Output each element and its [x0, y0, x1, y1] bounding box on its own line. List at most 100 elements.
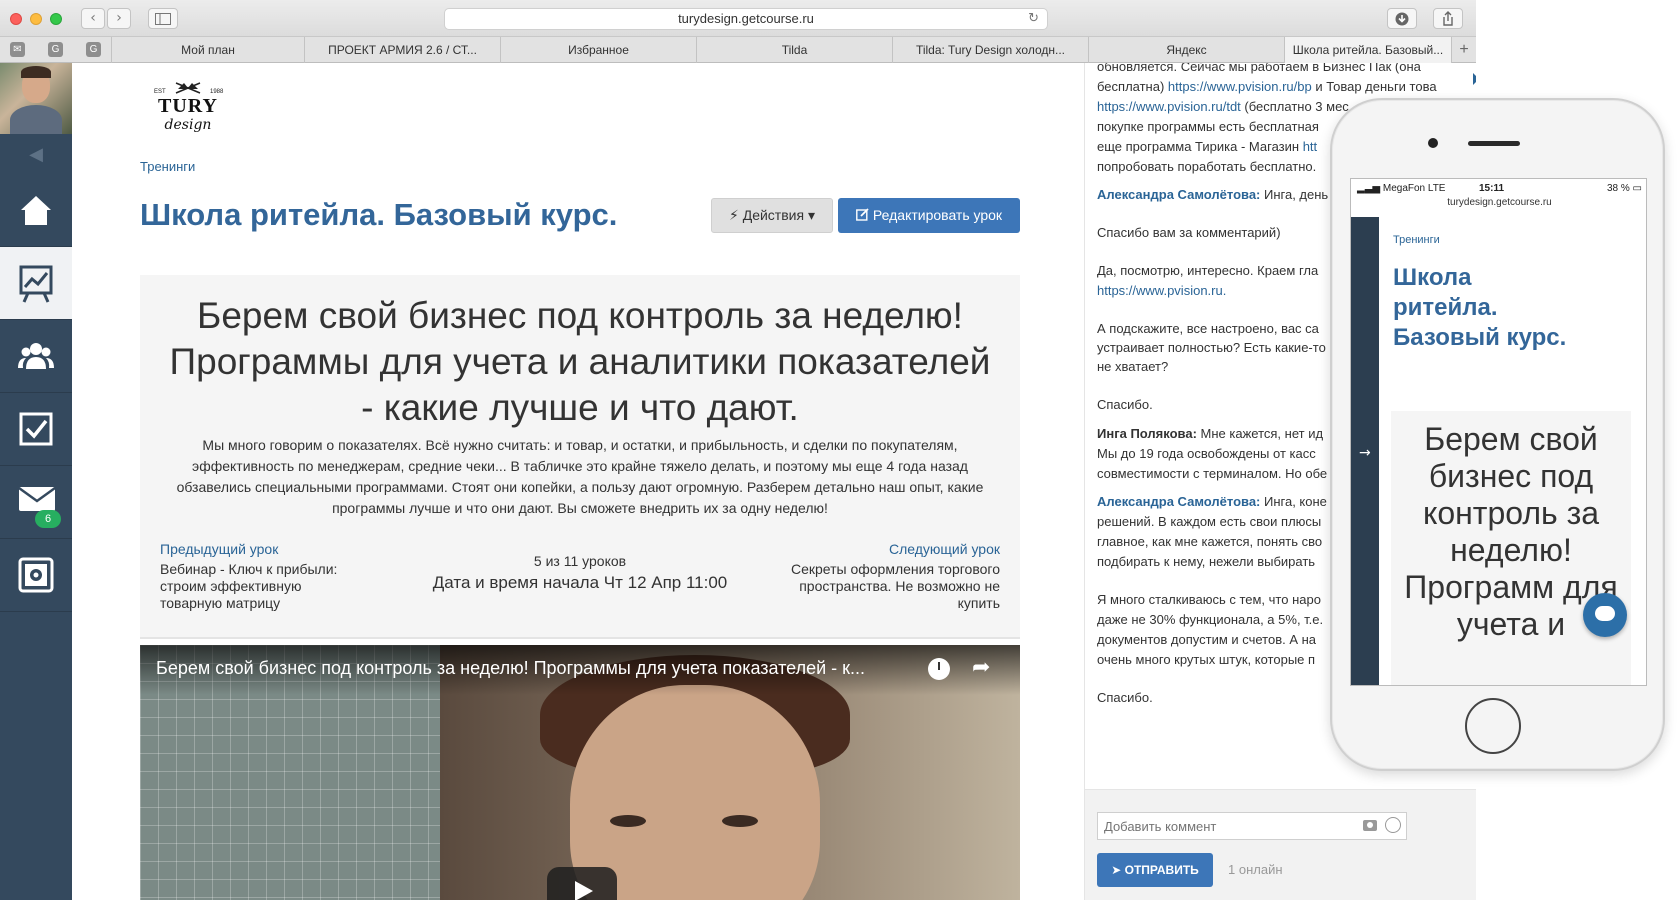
send-comment-button[interactable]: ➤ ОТПРАВИТЬ: [1097, 853, 1213, 887]
comment-text: Да, посмотрю, интересно. Краем гла: [1097, 263, 1319, 278]
comment-text: Я много сталкиваюсь с тем, что наро: [1097, 592, 1321, 607]
phone-breadcrumb[interactable]: Тренинги: [1393, 234, 1440, 246]
svg-text:design: design: [165, 117, 212, 133]
edit-lesson-button[interactable]: Редактировать урок: [838, 198, 1020, 233]
play-button[interactable]: [547, 867, 617, 900]
phone-url[interactable]: turydesign.getcourse.ru: [1351, 197, 1646, 208]
phone-home-button[interactable]: [1465, 698, 1521, 754]
chart-board-icon: [19, 265, 53, 303]
phone-sidebar[interactable]: →: [1351, 217, 1379, 685]
share-button[interactable]: [1433, 8, 1463, 29]
carrier-label: MegaFon LTE: [1382, 183, 1446, 194]
forward-button[interactable]: ›: [107, 8, 131, 29]
emoji-icon[interactable]: [1385, 817, 1401, 833]
sidebar-item-trainings[interactable]: [0, 247, 72, 320]
comment-text: Мы до 19 года освобождены от касс: [1097, 446, 1316, 461]
minimize-window-button[interactable]: [30, 13, 42, 25]
next-lesson-title: Секреты оформления торгового пространств…: [790, 561, 1000, 611]
comment-text: совместимости с терминалом. Но обе: [1097, 466, 1328, 481]
lesson-description: Мы много говорим о показателях. Всё нужн…: [176, 437, 984, 516]
comment-text: обновляется. Сейчас мы работаем в Бизнес…: [1097, 63, 1421, 74]
battery-percent: 38 %: [1606, 183, 1630, 194]
comment-text: очень много крутых штук, которые п: [1097, 652, 1316, 667]
next-lesson-link[interactable]: Следующий урок: [889, 541, 1000, 557]
avatar[interactable]: [0, 63, 72, 134]
sidebar-item-settings[interactable]: [0, 539, 72, 612]
scroll-arrow-icon[interactable]: [1473, 73, 1476, 85]
comment-input[interactable]: [1097, 812, 1407, 840]
battery-icon: 38 % ▭: [1606, 183, 1642, 194]
phone-camera: [1428, 138, 1438, 148]
speaker-icon[interactable]: ◀: [0, 134, 72, 174]
video-title[interactable]: Берем свой бизнес под контроль за неделю…: [156, 658, 916, 679]
video-overlay: Берем свой бизнес под контроль за неделю…: [140, 645, 1020, 695]
chat-icon[interactable]: [1583, 593, 1627, 637]
comment-text: решений. В каждом есть свои плюсы: [1097, 514, 1322, 529]
comment-link[interactable]: https://www.pvision.ru/bp: [1168, 79, 1312, 94]
comment-link[interactable]: https://www.pvision.ru/tdt: [1097, 99, 1241, 114]
tab-retail-school[interactable]: Школа ритейла. Базовый...: [1284, 37, 1451, 63]
phone-status-bar: ▂▃▅ MegaFon LTE 15:11 38 % ▭: [1351, 179, 1646, 197]
users-icon: [18, 343, 54, 369]
phone-lesson-card: Берем свой бизнес под контроль за неделю…: [1391, 411, 1631, 685]
comment-text: не хватает?: [1097, 359, 1169, 374]
video-player[interactable]: Берем свой бизнес под контроль за неделю…: [140, 645, 1020, 900]
sidebar-item-home[interactable]: [0, 174, 72, 247]
browser-window: ‹ › turydesign.getcourse.ru ↻ ✉ G G Мой …: [0, 0, 1476, 900]
zoom-window-button[interactable]: [50, 13, 62, 25]
lesson-page: EST 1988 TURY design Тренинги Школа рите…: [72, 63, 1084, 900]
comment-author[interactable]: Александра Самолётова:: [1097, 187, 1260, 202]
downloads-button[interactable]: [1387, 8, 1417, 29]
sidebar-item-tasks[interactable]: [0, 393, 72, 466]
getcourse-icon[interactable]: G: [48, 42, 63, 57]
tab-tilda-tury[interactable]: Tilda: Tury Design холодн...: [892, 37, 1088, 63]
reload-icon[interactable]: ↻: [1028, 9, 1039, 29]
online-count: 1 онлайн: [1228, 862, 1283, 877]
lesson-header-card: Берем свой бизнес под контроль за неделю…: [140, 275, 1020, 639]
comment-link[interactable]: https://www.pvision.ru.: [1097, 283, 1226, 298]
sidebar-item-messages[interactable]: 6: [0, 466, 72, 539]
comment-form: ➤ ОТПРАВИТЬ 1 онлайн: [1085, 789, 1476, 900]
comment-author[interactable]: Инга Полякова:: [1097, 426, 1197, 441]
watch-later-icon[interactable]: [928, 658, 950, 680]
tury-design-logo: EST 1988 TURY design: [154, 82, 224, 133]
breadcrumb[interactable]: Тренинги: [140, 159, 195, 174]
comment-text: главное, как мне кажется, понять сво: [1097, 534, 1323, 549]
comment-link[interactable]: htt: [1303, 139, 1317, 154]
comment-text: Спасибо.: [1097, 690, 1153, 705]
edit-lesson-label: Редактировать урок: [872, 207, 1003, 223]
tab-tilda[interactable]: Tilda: [696, 37, 892, 63]
camera-icon[interactable]: [1363, 820, 1377, 831]
app-sidebar: ◀ 6: [0, 63, 72, 900]
send-icon: ➤: [1111, 863, 1122, 877]
back-button[interactable]: ‹: [81, 8, 105, 29]
mail-icon[interactable]: ✉: [10, 42, 25, 57]
comment-author[interactable]: Александра Самолётова:: [1097, 494, 1260, 509]
lesson-heading: Берем свой бизнес под контроль за неделю…: [169, 295, 991, 428]
url-text: turydesign.getcourse.ru: [678, 11, 814, 26]
sidebar-icon: [155, 13, 171, 25]
home-icon: [21, 196, 51, 225]
tab-my-plan[interactable]: Мой план: [111, 37, 304, 63]
browser-toolbar: ‹ › turydesign.getcourse.ru ↻: [0, 0, 1476, 37]
close-window-button[interactable]: [10, 13, 22, 25]
new-tab-button[interactable]: +: [1451, 37, 1476, 63]
tab-favorites[interactable]: Избранное: [500, 37, 696, 63]
address-bar[interactable]: turydesign.getcourse.ru ↻: [444, 8, 1048, 30]
sidebar-item-users[interactable]: [0, 320, 72, 393]
comment-text: Александра Самолётова: Инга, коне: [1097, 494, 1327, 509]
share-icon[interactable]: ➦: [972, 655, 990, 680]
previous-lesson-title: Вебинар - Ключ к прибыли: строим эффекти…: [160, 561, 338, 611]
tab-project-army[interactable]: ПРОЕКТ АРМИЯ 2.6 / СТ...: [304, 37, 500, 63]
checkbox-icon: [19, 412, 53, 446]
actions-dropdown-button[interactable]: ⚡ Действия ▾: [711, 198, 833, 233]
getcourse-icon[interactable]: G: [86, 42, 101, 57]
page-title: Школа ритейла. Базовый курс.: [140, 197, 618, 232]
arrow-right-icon[interactable]: →: [1359, 445, 1371, 461]
tab-yandex[interactable]: Яндекс: [1088, 37, 1284, 63]
sidebar-toggle-button[interactable]: [148, 8, 178, 29]
previous-lesson-link[interactable]: Предыдущий урок: [160, 541, 278, 557]
phone-screen: ▂▃▅ MegaFon LTE 15:11 38 % ▭ turydesign.…: [1350, 178, 1647, 686]
comment-text: https://www.pvision.ru.: [1097, 281, 1226, 301]
comment-text: Инга Полякова: Мне кажется, нет ид: [1097, 426, 1324, 441]
